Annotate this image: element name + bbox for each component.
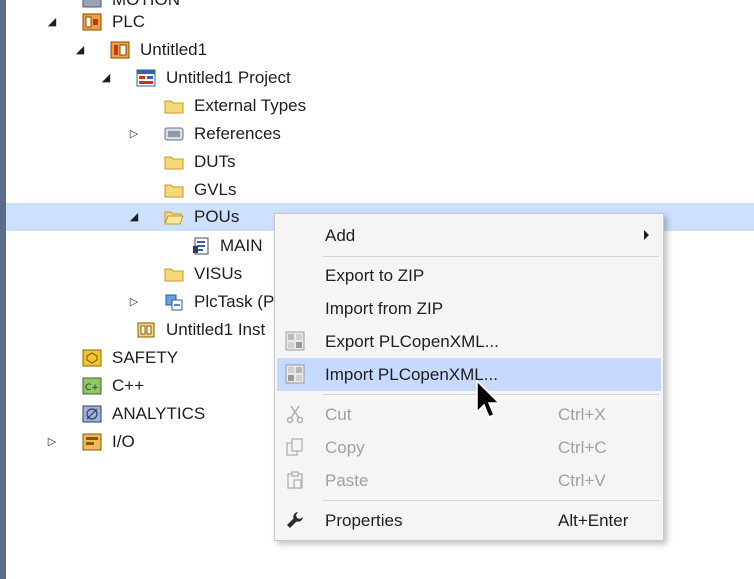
menu-item-label: Paste xyxy=(325,471,369,490)
menu-item-label: Export PLCopenXML... xyxy=(325,332,499,351)
plcopen-export-icon xyxy=(285,331,305,351)
menu-item-import-plcopenxml[interactable]: Import PLCopenXML... xyxy=(277,358,661,391)
tree-item-gvls[interactable]: GVLs xyxy=(6,176,754,204)
references-icon xyxy=(164,127,184,141)
cpp-icon: C+ xyxy=(82,377,102,395)
tree-item-label: DUTs xyxy=(194,152,236,171)
expand-triangle-icon[interactable]: ▷ xyxy=(46,435,58,449)
tree-item-external-types[interactable]: External Types xyxy=(6,92,754,120)
collapse-triangle-icon[interactable]: ◢ xyxy=(128,210,140,224)
tree-item-plc[interactable]: ◢ PLC xyxy=(6,8,754,36)
folder-icon xyxy=(164,268,184,282)
menu-item-paste[interactable]: Paste Ctrl+V xyxy=(277,464,661,497)
submenu-arrow-icon xyxy=(644,230,649,240)
task-icon xyxy=(165,294,183,311)
folder-icon xyxy=(164,156,184,170)
instance-icon xyxy=(137,322,155,338)
menu-item-label: Export to ZIP xyxy=(325,266,425,285)
tree-item-label: GVLs xyxy=(194,180,237,199)
tree-item-references[interactable]: ▷ References xyxy=(6,120,754,148)
expand-triangle-icon[interactable]: ▷ xyxy=(128,127,140,141)
safety-icon xyxy=(82,349,102,367)
tree-item-untitled1-project[interactable]: ◢ Untitled1 Project xyxy=(6,64,754,92)
expand-triangle-icon[interactable]: ▷ xyxy=(128,295,140,309)
menu-separator xyxy=(323,500,659,501)
menu-item-import-zip[interactable]: Import from ZIP xyxy=(277,292,661,325)
tree-item-label: References xyxy=(194,124,281,143)
tree-item-label: I/O xyxy=(112,432,135,451)
tree-item-label: VISUs xyxy=(194,264,243,283)
tree-item-label: Untitled1 Project xyxy=(166,68,291,87)
plcopen-import-icon xyxy=(285,364,305,384)
open-folder-icon xyxy=(164,211,184,225)
menu-item-shortcut: Ctrl+X xyxy=(558,405,606,424)
collapse-triangle-icon[interactable]: ◢ xyxy=(46,15,58,29)
tree-item-label: SAFETY xyxy=(112,348,179,367)
menu-item-label: Import from ZIP xyxy=(325,299,444,318)
menu-item-label: Import PLCopenXML... xyxy=(325,365,498,384)
menu-item-add[interactable]: Add xyxy=(277,219,661,252)
context-menu: Add Export to ZIP Import from ZIP Export… xyxy=(274,213,664,541)
menu-item-export-plcopenxml[interactable]: Export PLCopenXML... xyxy=(277,325,661,358)
tree-item-label: POUs xyxy=(194,207,240,226)
tree-item-label: PlcTask (Pl xyxy=(194,292,279,311)
menu-item-copy[interactable]: Copy Ctrl+C xyxy=(277,431,661,464)
scissors-icon xyxy=(286,405,304,424)
project-icon xyxy=(136,69,156,87)
menu-item-cut[interactable]: Cut Ctrl+X xyxy=(277,398,661,431)
menu-separator xyxy=(323,256,659,257)
menu-item-shortcut: Ctrl+V xyxy=(558,471,606,490)
menu-item-shortcut: Ctrl+C xyxy=(558,438,607,457)
program-icon xyxy=(193,237,209,255)
tree-item-label: C++ xyxy=(112,376,145,395)
tree-item-untitled1[interactable]: ◢ Untitled1 xyxy=(6,36,754,64)
tree-item-label: Untitled1 Inst xyxy=(166,320,266,339)
tree-item-label: MAIN xyxy=(220,236,263,255)
folder-icon xyxy=(164,100,184,114)
tree-item-label: Untitled1 xyxy=(140,40,208,59)
tree-item-label: External Types xyxy=(194,96,307,115)
tree-item-label: ANALYTICS xyxy=(112,404,206,423)
analytics-icon xyxy=(82,405,102,423)
menu-item-label: Copy xyxy=(325,438,365,457)
plc-icon xyxy=(82,13,102,31)
plc-project-icon xyxy=(110,41,130,59)
menu-item-export-zip[interactable]: Export to ZIP xyxy=(277,259,661,292)
menu-item-label: Add xyxy=(325,226,356,245)
menu-item-label: Cut xyxy=(325,405,352,424)
copy-icon xyxy=(286,438,303,456)
tree-item-label: PLC xyxy=(112,12,146,31)
mouse-pointer-icon xyxy=(476,380,501,418)
menu-item-shortcut: Alt+Enter xyxy=(558,511,629,530)
wrench-icon xyxy=(287,512,303,528)
menu-item-label: Properties xyxy=(325,511,403,530)
collapse-triangle-icon[interactable]: ◢ xyxy=(74,43,86,57)
collapse-triangle-icon[interactable]: ◢ xyxy=(100,71,112,85)
folder-icon xyxy=(164,184,184,198)
paste-icon xyxy=(287,471,303,489)
tree-item-duts[interactable]: DUTs xyxy=(6,148,754,176)
svg-text:C+: C+ xyxy=(85,383,99,393)
menu-item-properties[interactable]: Properties Alt+Enter xyxy=(277,504,661,537)
io-icon xyxy=(82,433,102,451)
